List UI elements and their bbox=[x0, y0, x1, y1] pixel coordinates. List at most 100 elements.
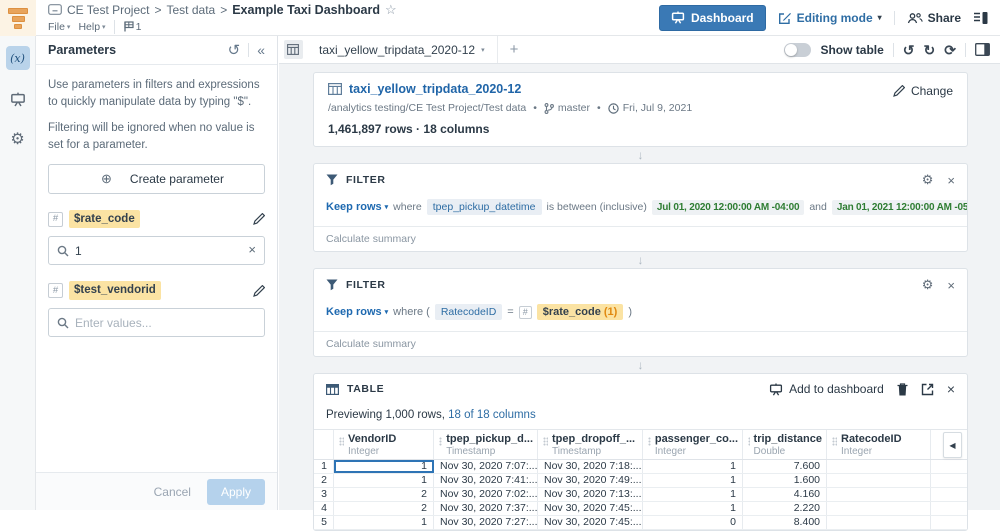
column-header[interactable]: passenger_co...Integer bbox=[643, 430, 743, 459]
add-to-dashboard-button[interactable]: Add to dashboard bbox=[769, 382, 884, 396]
table-cell[interactable]: Nov 30, 2020 7:45:...••• bbox=[538, 502, 643, 515]
table-cell[interactable]: Nov 30, 2020 7:07:...••• bbox=[434, 460, 538, 473]
table-cell[interactable]: 1.600 bbox=[743, 474, 827, 487]
cancel-button[interactable]: Cancel bbox=[154, 485, 191, 499]
table-cell[interactable]: 7.600 bbox=[743, 460, 827, 473]
columns-panel-icon[interactable] bbox=[975, 43, 990, 56]
refresh-icon[interactable]: ⟳ bbox=[944, 43, 956, 57]
table-cell[interactable]: 1 bbox=[643, 502, 743, 515]
table-cell[interactable] bbox=[827, 516, 931, 529]
column-header[interactable]: tpep_dropoff_...Timestamp bbox=[538, 430, 643, 459]
calculate-summary-link[interactable]: Calculate summary bbox=[314, 226, 967, 251]
equals-label[interactable]: = bbox=[507, 306, 513, 318]
drag-handle-icon[interactable] bbox=[832, 437, 837, 446]
table-cell[interactable]: Nov 30, 2020 7:02:...••• bbox=[434, 488, 538, 501]
table-cell[interactable]: Nov 30, 2020 7:27:...••• bbox=[434, 516, 538, 529]
keep-rows-dropdown[interactable]: Keep rows▾ bbox=[326, 201, 388, 213]
table-cell[interactable]: 1 bbox=[643, 460, 743, 473]
table-cell[interactable]: Nov 30, 2020 7:49:...••• bbox=[538, 474, 643, 487]
rate-code-value-input[interactable] bbox=[75, 244, 242, 258]
edit-pencil-icon[interactable] bbox=[253, 213, 265, 225]
column-header[interactable]: trip_distanceDouble bbox=[743, 430, 827, 459]
scroll-left-button[interactable]: ◀ bbox=[943, 432, 962, 458]
close-filter-icon[interactable]: × bbox=[947, 278, 955, 293]
table-cell[interactable] bbox=[827, 488, 931, 501]
edit-pencil-icon[interactable] bbox=[253, 285, 265, 297]
branch-indicator[interactable]: master bbox=[544, 102, 590, 114]
table-cell[interactable]: 4.160 bbox=[743, 488, 827, 501]
drag-handle-icon[interactable] bbox=[543, 437, 548, 446]
collapse-panel-icon[interactable]: « bbox=[257, 42, 265, 58]
table-cell[interactable]: Nov 30, 2020 7:37:...••• bbox=[434, 502, 538, 515]
filter-field-chip[interactable]: tpep_pickup_datetime bbox=[427, 199, 542, 215]
keep-rows-dropdown[interactable]: Keep rows▾ bbox=[326, 306, 388, 318]
drag-handle-icon[interactable] bbox=[748, 437, 750, 446]
close-table-icon[interactable]: × bbox=[947, 381, 955, 397]
table-cell[interactable]: 0 bbox=[643, 516, 743, 529]
table-cell[interactable] bbox=[827, 502, 931, 515]
change-source-button[interactable]: Change bbox=[893, 84, 953, 98]
editing-mode-dropdown[interactable]: Editing mode ▾ bbox=[778, 11, 882, 25]
table-cell[interactable]: 8.400 bbox=[743, 516, 827, 529]
drag-handle-icon[interactable] bbox=[648, 437, 651, 446]
open-in-new-icon[interactable] bbox=[921, 383, 934, 396]
show-table-toggle[interactable] bbox=[784, 43, 811, 57]
parameter-chip[interactable]: $rate_code (1) bbox=[537, 304, 624, 320]
table-cell[interactable]: Nov 30, 2020 7:18:...••• bbox=[538, 460, 643, 473]
table-cell[interactable]: Nov 30, 2020 7:41:...••• bbox=[434, 474, 538, 487]
favorite-star-icon[interactable]: ☆ bbox=[385, 2, 397, 18]
close-filter-icon[interactable]: × bbox=[947, 173, 955, 188]
table-cell[interactable] bbox=[827, 460, 931, 473]
breadcrumb-project[interactable]: CE Test Project bbox=[67, 3, 149, 17]
add-tab-button[interactable]: + bbox=[498, 41, 531, 58]
calculate-summary-link[interactable]: Calculate summary bbox=[314, 331, 967, 356]
filter-end-date-chip[interactable]: Jan 01, 2021 12:00:00 AM -05:00 bbox=[832, 200, 967, 215]
settings-gear-icon[interactable]: ⚙ bbox=[10, 129, 24, 149]
test-vendorid-value-input[interactable] bbox=[75, 316, 256, 330]
apply-button[interactable]: Apply bbox=[207, 479, 265, 505]
operator-label[interactable]: is between (inclusive) bbox=[547, 201, 647, 213]
drag-handle-icon[interactable] bbox=[439, 437, 442, 446]
filter-settings-gear-icon[interactable]: ⚙ bbox=[922, 277, 934, 293]
columns-link[interactable]: 18 of 18 columns bbox=[448, 409, 536, 421]
column-header[interactable]: VendorIDInteger bbox=[334, 430, 434, 459]
create-parameter-button[interactable]: ⊕ Create parameter bbox=[48, 164, 265, 194]
table-cell[interactable]: 1 bbox=[334, 474, 434, 487]
table-cell[interactable]: 1 bbox=[643, 474, 743, 487]
filter-field-chip[interactable]: RatecodeID bbox=[435, 304, 502, 320]
drag-handle-icon[interactable] bbox=[339, 437, 344, 446]
file-menu[interactable]: File▾ bbox=[48, 21, 70, 33]
dashboard-rail-icon[interactable] bbox=[10, 92, 26, 107]
version-flag[interactable]: 1 bbox=[123, 21, 142, 33]
panel-layout-icon[interactable] bbox=[973, 11, 988, 25]
column-header[interactable]: tpep_pickup_d...Timestamp bbox=[434, 430, 538, 459]
table-cell[interactable]: 1 bbox=[334, 516, 434, 529]
redo-icon[interactable]: ↻ bbox=[924, 43, 936, 57]
filter-start-date-chip[interactable]: Jul 01, 2020 12:00:00 AM -04:00 bbox=[652, 200, 804, 215]
table-cell[interactable] bbox=[827, 474, 931, 487]
table-cell[interactable]: 2 bbox=[334, 502, 434, 515]
share-button[interactable]: Share bbox=[907, 11, 961, 25]
dashboard-button[interactable]: Dashboard bbox=[659, 5, 766, 31]
tab-taxi-yellow-tripdata[interactable]: taxi_yellow_tripdata_2020-12▾ bbox=[307, 36, 498, 63]
column-header[interactable]: RatecodeIDInteger bbox=[827, 430, 931, 459]
app-logo-icon[interactable] bbox=[0, 0, 36, 36]
parameters-rail-button[interactable]: (x) bbox=[6, 46, 30, 70]
source-table-name[interactable]: taxi_yellow_tripdata_2020-12 bbox=[349, 82, 521, 96]
parameter-name[interactable]: $test_vendorid bbox=[69, 281, 161, 300]
undo-icon[interactable]: ↺ bbox=[228, 41, 241, 59]
delete-trash-icon[interactable] bbox=[897, 383, 908, 396]
help-menu[interactable]: Help▾ bbox=[78, 21, 105, 33]
breadcrumb-folder[interactable]: Test data bbox=[167, 3, 216, 17]
clear-value-icon[interactable]: × bbox=[248, 241, 256, 260]
table-cell[interactable]: Nov 30, 2020 7:45:...••• bbox=[538, 516, 643, 529]
filter-settings-gear-icon[interactable]: ⚙ bbox=[922, 172, 934, 188]
undo-icon[interactable]: ↺ bbox=[903, 43, 915, 57]
parameter-name[interactable]: $rate_code bbox=[69, 210, 140, 229]
table-cell[interactable]: 1 bbox=[334, 460, 434, 473]
data-source-card[interactable]: taxi_yellow_tripdata_2020-12 Change /ana… bbox=[313, 72, 968, 147]
table-cell[interactable]: 2.220 bbox=[743, 502, 827, 515]
table-cell[interactable]: 2 bbox=[334, 488, 434, 501]
table-cell[interactable]: Nov 30, 2020 7:13:...••• bbox=[538, 488, 643, 501]
table-cell[interactable]: 1 bbox=[643, 488, 743, 501]
